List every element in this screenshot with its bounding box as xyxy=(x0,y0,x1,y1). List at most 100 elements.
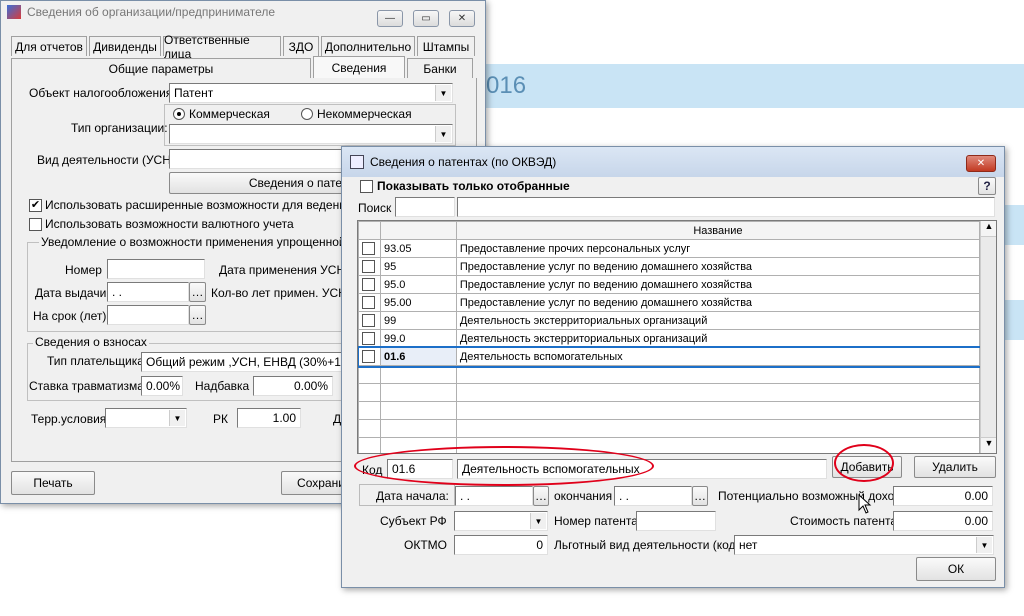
tab-banks[interactable]: Банки xyxy=(407,58,473,78)
patent-number-input[interactable] xyxy=(636,511,716,531)
patent-window-titlebar[interactable]: Сведения о патентах (по ОКВЭД) xyxy=(342,147,1004,177)
annotation-oval-code xyxy=(354,446,654,486)
row-checkbox[interactable] xyxy=(358,257,381,276)
preferential-value: нет xyxy=(739,538,758,552)
org-window-title: Сведения об организации/предпринимателе xyxy=(27,5,276,19)
issue-date-input[interactable]: . . xyxy=(107,282,189,302)
region-select[interactable]: ▼ xyxy=(454,511,548,531)
close-icon[interactable]: ✕ xyxy=(966,155,996,172)
potential-income-value: 0.00 xyxy=(964,489,988,503)
show-selected-checkbox[interactable] xyxy=(360,180,373,193)
potential-income-input[interactable]: 0.00 xyxy=(893,486,993,506)
start-date-input[interactable]: . . xyxy=(455,486,533,506)
delete-button[interactable]: Удалить xyxy=(914,456,996,478)
term-label: На срок (лет) xyxy=(33,309,107,323)
potential-income-label: Потенциально возможный доход xyxy=(718,489,902,503)
tab-zdo[interactable]: ЗДО xyxy=(283,36,319,56)
chevron-down-icon[interactable]: ▼ xyxy=(435,85,451,101)
radio-noncommercial[interactable] xyxy=(301,108,313,120)
chevron-down-icon[interactable]: ▼ xyxy=(169,410,185,426)
row-code: 99.0 xyxy=(379,329,457,348)
activity-input[interactable] xyxy=(169,149,349,169)
tax-object-value: Патент xyxy=(174,86,214,100)
org-type-select[interactable]: ▼ xyxy=(169,124,453,144)
row-checkbox[interactable] xyxy=(358,275,381,294)
preferential-select[interactable]: нет ▼ xyxy=(734,535,994,555)
table-row-selected[interactable]: 01.6 Деятельность вспомогательных xyxy=(358,345,982,368)
tab-additional[interactable]: Дополнительно xyxy=(321,36,415,56)
table-row[interactable]: 93.05 Предоставление прочих персональных … xyxy=(358,239,981,258)
apply-date-label: Дата применения УСН xyxy=(219,263,346,277)
terr-select[interactable]: ▼ xyxy=(105,408,187,428)
search-name-input[interactable] xyxy=(457,197,995,217)
years-label: Кол-во лет примен. УСН xyxy=(211,286,347,300)
row-code: 01.6 xyxy=(379,347,457,366)
radio-commercial[interactable] xyxy=(173,108,185,120)
injury-rate-input[interactable]: 0.00% xyxy=(141,376,183,396)
table-row-empty xyxy=(358,383,981,402)
row-name: Предоставление услуг по ведению домашнег… xyxy=(455,275,981,294)
maximize-icon[interactable]: ▭ xyxy=(413,10,439,27)
scroll-up-icon[interactable]: ▲ xyxy=(981,221,996,237)
start-date-picker-button[interactable]: … xyxy=(533,486,549,506)
rk-input[interactable]: 1.00 xyxy=(237,408,301,428)
d-label: Д xyxy=(333,412,342,426)
row-checkbox[interactable] xyxy=(358,329,381,348)
term-input[interactable] xyxy=(107,305,189,325)
help-button[interactable]: ? xyxy=(978,177,996,195)
patent-info-button[interactable]: Сведения о пате xyxy=(169,172,349,194)
show-selected-label: Показывать только отобранные xyxy=(377,179,570,193)
row-checkbox[interactable] xyxy=(358,293,381,312)
issue-date-picker-button[interactable]: … xyxy=(189,282,206,302)
grid-header-row: Название xyxy=(358,221,981,240)
terr-label: Терр.условия xyxy=(31,412,107,426)
payer-type-select[interactable]: Общий режим ,УСН, ЕНВД (30%+10) xyxy=(141,352,345,372)
scroll-down-icon[interactable]: ▼ xyxy=(981,437,996,453)
tab-stamps[interactable]: Штампы xyxy=(417,36,475,56)
surcharge-label: Надбавка xyxy=(195,379,250,393)
table-row[interactable]: 95.00 Предоставление услуг по ведению дом… xyxy=(358,293,981,312)
app-icon xyxy=(7,5,21,19)
row-name: Предоставление услуг по ведению домашнег… xyxy=(455,293,981,312)
contrib-group-title: Сведения о взносах xyxy=(33,335,149,349)
term-picker-button[interactable]: … xyxy=(189,305,206,325)
ok-button[interactable]: ОК xyxy=(916,557,996,581)
chevron-down-icon[interactable]: ▼ xyxy=(530,513,546,529)
patent-window-title: Сведения о патентах (по ОКВЭД) xyxy=(370,155,557,169)
oktmo-input[interactable]: 0 xyxy=(454,535,548,555)
end-date-picker-button[interactable]: … xyxy=(692,486,708,506)
print-button[interactable]: Печать xyxy=(11,471,95,495)
table-row[interactable]: 95.0 Предоставление услуг по ведению дома… xyxy=(358,275,981,294)
surcharge-input[interactable]: 0.00% xyxy=(253,376,333,396)
chevron-down-icon[interactable]: ▼ xyxy=(976,537,992,553)
tab-reports[interactable]: Для отчетов xyxy=(11,36,87,56)
tax-object-select[interactable]: Патент ▼ xyxy=(169,83,453,103)
oktmo-value: 0 xyxy=(536,538,543,552)
row-checkbox[interactable] xyxy=(358,311,381,330)
table-row[interactable]: 99.0 Деятельность экстерриториальных орга… xyxy=(358,329,981,348)
currency-checkbox[interactable] xyxy=(29,218,42,231)
tab-info[interactable]: Сведения xyxy=(313,56,405,78)
row-checkbox[interactable] xyxy=(358,347,381,366)
row-checkbox[interactable] xyxy=(358,239,381,258)
tab-responsible[interactable]: Ответственные лица xyxy=(163,33,281,61)
rk-value: 1.00 xyxy=(272,411,296,425)
row-name: Деятельность экстерриториальных организа… xyxy=(455,329,981,348)
minimize-icon[interactable]: — xyxy=(377,10,403,27)
table-row[interactable]: 99 Деятельность экстерриториальных органи… xyxy=(358,311,981,330)
patent-cost-input[interactable]: 0.00 xyxy=(893,511,993,531)
tab-general[interactable]: Общие параметры xyxy=(11,58,311,78)
background-band-top xyxy=(486,64,1024,108)
header-cell-check xyxy=(358,221,381,240)
end-date-input[interactable]: . . xyxy=(614,486,692,506)
tab-dividends[interactable]: Дивиденды xyxy=(89,36,161,56)
chevron-down-icon[interactable]: ▼ xyxy=(435,126,451,142)
search-code-input[interactable] xyxy=(395,197,455,217)
row-name: Предоставление услуг по ведению домашнег… xyxy=(455,257,981,276)
header-cell-name[interactable]: Название xyxy=(455,221,981,240)
extended-checkbox[interactable]: ✔ xyxy=(29,199,42,212)
number-input[interactable] xyxy=(107,259,205,279)
grid-scrollbar[interactable]: ▲ ▼ xyxy=(980,221,996,453)
table-row[interactable]: 95 Предоставление услуг по ведению домашн… xyxy=(358,257,981,276)
close-icon[interactable]: ✕ xyxy=(449,10,475,27)
